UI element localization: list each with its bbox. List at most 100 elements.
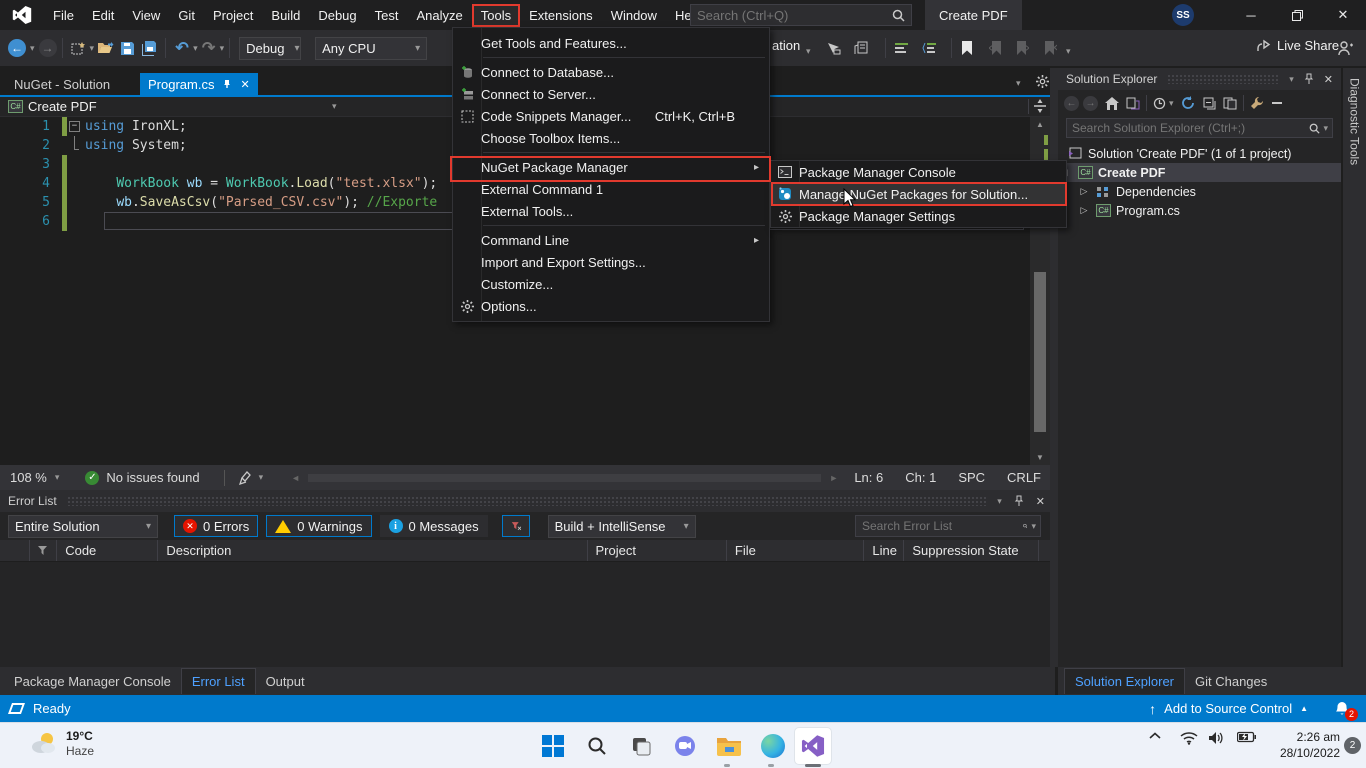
menu-view[interactable]: View xyxy=(123,4,169,27)
menu-item-import-export-settings[interactable]: Import and Export Settings... xyxy=(453,251,769,273)
pin-icon[interactable] xyxy=(1304,73,1314,85)
fold-gutter[interactable]: − xyxy=(67,117,85,136)
menu-item-connect-server[interactable]: Connect to Server... xyxy=(453,83,769,105)
start-button[interactable] xyxy=(538,731,568,761)
scrollbar-thumb[interactable] xyxy=(1034,272,1046,432)
uncomment-lines-icon[interactable] xyxy=(918,36,940,60)
build-intellisense-dropdown[interactable]: Build + IntelliSense▾ xyxy=(548,515,696,538)
tab-output[interactable]: Output xyxy=(256,669,315,694)
home-icon[interactable] xyxy=(1105,97,1119,110)
pending-changes-filter-icon[interactable] xyxy=(1153,97,1166,110)
filter-button[interactable] xyxy=(502,515,530,537)
menu-extensions[interactable]: Extensions xyxy=(520,4,602,27)
pin-icon[interactable] xyxy=(222,79,232,89)
scroll-down-icon[interactable]: ▼ xyxy=(1030,453,1050,462)
menu-item-external-tools[interactable]: External Tools... xyxy=(453,200,769,222)
speaker-icon[interactable] xyxy=(1208,731,1225,745)
menu-item-nuget-package-manager[interactable]: NuGet Package Manager ▸ xyxy=(453,156,769,178)
menu-item-connect-database[interactable]: Connect to Database... xyxy=(453,61,769,83)
error-list-search-box[interactable]: ▾ xyxy=(855,515,1041,537)
show-all-files-icon[interactable] xyxy=(1223,97,1237,110)
solution-name-button[interactable]: Create PDF xyxy=(925,0,1022,30)
document-well-gear-icon[interactable] xyxy=(1036,75,1049,88)
hscroll-left-icon[interactable]: ◄ xyxy=(291,473,300,483)
panel-splitter[interactable] xyxy=(1050,68,1058,667)
properties-wrench-icon[interactable] xyxy=(1250,96,1264,110)
tab-program-cs[interactable]: Program.cs ✕ xyxy=(140,73,258,95)
navigate-backward-icon[interactable]: ← xyxy=(8,39,26,57)
fold-collapse-icon[interactable]: − xyxy=(69,121,80,132)
menu-test[interactable]: Test xyxy=(366,4,408,27)
solution-configuration-dropdown[interactable]: Debug▾ xyxy=(239,37,301,60)
tab-git-changes[interactable]: Git Changes xyxy=(1185,669,1277,694)
maximize-restore-button[interactable] xyxy=(1274,0,1320,30)
collapse-all-icon[interactable] xyxy=(1203,97,1217,110)
notification-count-badge[interactable]: 2 xyxy=(1344,737,1361,754)
tab-package-manager-console[interactable]: Package Manager Console xyxy=(4,669,181,694)
save-icon[interactable] xyxy=(116,36,138,60)
solution-explorer-title-bar[interactable]: Solution Explorer ▾ ✕ xyxy=(1058,68,1341,90)
zoom-level-dropdown[interactable]: 108 % xyxy=(10,470,47,485)
menu-item-code-snippets-manager[interactable]: Code Snippets Manager... Ctrl+K, Ctrl+B xyxy=(453,105,769,127)
battery-icon[interactable] xyxy=(1237,731,1256,743)
split-window-handle[interactable] xyxy=(1033,99,1047,113)
startup-project-combo-truncated[interactable]: ation xyxy=(772,38,800,53)
close-tab-icon[interactable]: ✕ xyxy=(240,78,249,91)
submenu-item-package-manager-settings[interactable]: Package Manager Settings xyxy=(771,205,1066,227)
navigate-backward-dropdown-icon[interactable]: ▾ xyxy=(30,43,35,54)
new-project-icon[interactable] xyxy=(68,36,90,60)
code-cleanup-icon[interactable] xyxy=(239,471,253,485)
zoom-dropdown-icon[interactable]: ▾ xyxy=(55,472,60,483)
menu-build[interactable]: Build xyxy=(262,4,309,27)
close-panel-icon[interactable]: ✕ xyxy=(1036,495,1045,508)
menu-item-get-tools[interactable]: Get Tools and Features... xyxy=(453,32,769,54)
expander-collapsed-icon[interactable]: ▷ xyxy=(1078,186,1090,197)
solution-platform-dropdown[interactable]: Any CPU▾ xyxy=(315,37,427,60)
preview-selected-icon[interactable] xyxy=(1272,102,1282,104)
tab-nuget-solution[interactable]: NuGet - Solution xyxy=(6,73,118,95)
error-search-input[interactable] xyxy=(856,519,1023,533)
column-code[interactable]: Code xyxy=(56,540,157,561)
breadcrumb-dropdown-icon[interactable]: ▾ xyxy=(332,101,337,112)
tree-node-dependencies[interactable]: ▷ Dependencies xyxy=(1058,182,1341,201)
horizontal-scrollbar[interactable] xyxy=(308,474,821,482)
search-dropdown-icon[interactable]: ▾ xyxy=(1323,123,1328,134)
menu-edit[interactable]: Edit xyxy=(83,4,123,27)
menu-item-choose-toolbox-items[interactable]: Choose Toolbox Items... xyxy=(453,127,769,149)
tab-diagnostic-tools[interactable]: Diagnostic Tools xyxy=(1348,78,1362,165)
add-to-source-control-button[interactable]: ↑ Add to Source Control ▲ xyxy=(1149,701,1308,717)
error-list-title-bar[interactable]: Error List ▾ ✕ xyxy=(0,490,1055,512)
scroll-up-icon[interactable]: ▲ xyxy=(1030,117,1050,129)
account-avatar[interactable]: SS xyxy=(1172,4,1194,26)
menu-item-options[interactable]: Options... xyxy=(453,295,769,317)
scope-dropdown[interactable]: Entire Solution▾ xyxy=(8,515,158,538)
tree-node-program-cs[interactable]: ▷ C# Program.cs xyxy=(1058,201,1341,220)
chevron-down-icon[interactable]: ▾ xyxy=(806,46,811,57)
menu-item-customize[interactable]: Customize... xyxy=(453,273,769,295)
column-indicator[interactable]: Ch: 1 xyxy=(905,470,936,485)
expander-collapsed-icon[interactable]: ▷ xyxy=(1078,205,1090,216)
panel-drag-texture[interactable] xyxy=(67,496,988,506)
column-description[interactable]: Description xyxy=(157,540,586,561)
switch-views-icon[interactable] xyxy=(1126,97,1140,110)
window-position-dropdown-icon[interactable]: ▾ xyxy=(1289,74,1294,85)
submenu-item-manage-nuget-packages[interactable]: Manage NuGet Packages for Solution... xyxy=(771,183,1066,205)
hscroll-right-icon[interactable]: ► xyxy=(829,473,838,483)
bookmark-dropdown-icon[interactable]: ▾ xyxy=(1066,46,1071,57)
pin-icon[interactable] xyxy=(1014,495,1024,507)
task-view-icon[interactable] xyxy=(626,731,656,761)
column-line[interactable]: Line xyxy=(863,540,903,561)
menu-item-command-line[interactable]: Command Line ▸ xyxy=(453,229,769,251)
toggle-bookmark-icon[interactable] xyxy=(956,36,978,60)
tree-node-project[interactable]: ◢ C# Create PDF xyxy=(1058,163,1341,182)
search-dropdown-icon[interactable]: ▾ xyxy=(1031,521,1036,532)
column-project[interactable]: Project xyxy=(587,540,726,561)
taskbar-search-icon[interactable] xyxy=(582,731,612,761)
menu-git[interactable]: Git xyxy=(169,4,204,27)
taskbar-clock[interactable]: 2:26 am 28/10/2022 xyxy=(1268,730,1340,761)
column-file[interactable]: File xyxy=(726,540,863,561)
refresh-icon[interactable] xyxy=(1181,96,1195,110)
feedback-person-icon[interactable] xyxy=(1334,36,1356,60)
line-indicator[interactable]: Ln: 6 xyxy=(854,470,883,485)
fold-gutter[interactable] xyxy=(67,136,85,155)
